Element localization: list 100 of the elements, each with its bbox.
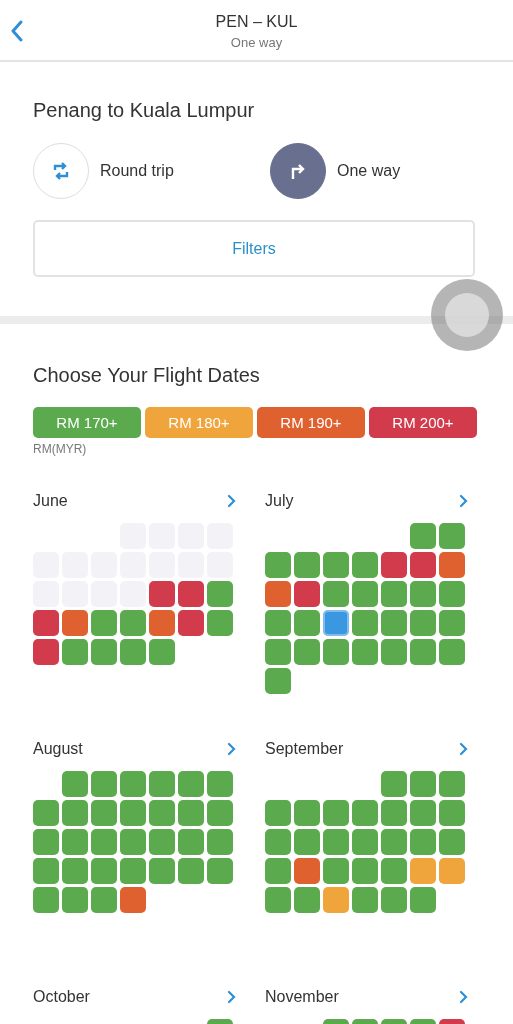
calendar-day[interactable] [33, 610, 59, 636]
calendar-day[interactable] [265, 858, 291, 884]
calendar-day[interactable] [120, 829, 146, 855]
calendar-day[interactable] [410, 829, 436, 855]
calendar-day[interactable] [439, 858, 465, 884]
trip-type-option[interactable]: Round trip [33, 143, 242, 199]
calendar-day[interactable] [352, 552, 378, 578]
calendar-day[interactable] [439, 829, 465, 855]
chevron-right-icon[interactable] [227, 494, 236, 508]
calendar-day[interactable] [33, 887, 59, 913]
calendar-day[interactable] [62, 829, 88, 855]
calendar-day[interactable] [120, 610, 146, 636]
calendar-day[interactable] [149, 639, 175, 665]
calendar-day[interactable] [62, 610, 88, 636]
calendar-day[interactable] [352, 887, 378, 913]
calendar-day[interactable] [439, 771, 465, 797]
calendar-day[interactable] [323, 829, 349, 855]
calendar-day[interactable] [120, 639, 146, 665]
calendar-day[interactable] [410, 887, 436, 913]
calendar-day[interactable] [439, 639, 465, 665]
calendar-day[interactable] [294, 829, 320, 855]
calendar-day[interactable] [265, 552, 291, 578]
calendar-day[interactable] [323, 610, 349, 636]
calendar-day[interactable] [265, 581, 291, 607]
calendar-day[interactable] [33, 800, 59, 826]
calendar-day[interactable] [410, 581, 436, 607]
chevron-right-icon[interactable] [227, 990, 236, 1004]
calendar-day[interactable] [439, 610, 465, 636]
calendar-day[interactable] [381, 771, 407, 797]
calendar-day[interactable] [323, 800, 349, 826]
calendar-day[interactable] [178, 771, 204, 797]
calendar-day[interactable] [207, 800, 233, 826]
chevron-right-icon[interactable] [227, 742, 236, 756]
calendar-day[interactable] [62, 639, 88, 665]
calendar-day[interactable] [439, 800, 465, 826]
calendar-day[interactable] [33, 858, 59, 884]
calendar-day[interactable] [62, 771, 88, 797]
calendar-day[interactable] [410, 610, 436, 636]
calendar-day[interactable] [294, 581, 320, 607]
calendar-day[interactable] [410, 523, 436, 549]
calendar-day[interactable] [381, 858, 407, 884]
calendar-day[interactable] [352, 829, 378, 855]
calendar-day[interactable] [410, 552, 436, 578]
calendar-day[interactable] [91, 858, 117, 884]
calendar-day[interactable] [207, 829, 233, 855]
chevron-right-icon[interactable] [459, 494, 468, 508]
calendar-day[interactable] [91, 829, 117, 855]
calendar-day[interactable] [149, 771, 175, 797]
calendar-day[interactable] [178, 610, 204, 636]
calendar-day[interactable] [33, 639, 59, 665]
calendar-day[interactable] [352, 639, 378, 665]
chevron-right-icon[interactable] [459, 742, 468, 756]
calendar-day[interactable] [323, 581, 349, 607]
calendar-day[interactable] [439, 581, 465, 607]
calendar-day[interactable] [381, 800, 407, 826]
calendar-day[interactable] [62, 800, 88, 826]
calendar-day[interactable] [410, 800, 436, 826]
calendar-day[interactable] [323, 887, 349, 913]
calendar-day[interactable] [207, 581, 233, 607]
chevron-right-icon[interactable] [459, 990, 468, 1004]
calendar-day[interactable] [120, 887, 146, 913]
calendar-day[interactable] [120, 800, 146, 826]
calendar-day[interactable] [207, 610, 233, 636]
calendar-day[interactable] [294, 610, 320, 636]
calendar-day[interactable] [91, 800, 117, 826]
calendar-day[interactable] [265, 610, 291, 636]
calendar-day[interactable] [178, 829, 204, 855]
calendar-day[interactable] [410, 858, 436, 884]
calendar-day[interactable] [381, 581, 407, 607]
calendar-day[interactable] [178, 858, 204, 884]
calendar-day[interactable] [91, 771, 117, 797]
calendar-day[interactable] [381, 610, 407, 636]
calendar-day[interactable] [265, 639, 291, 665]
filters-button[interactable]: Filters [33, 220, 475, 277]
calendar-day[interactable] [352, 800, 378, 826]
calendar-day[interactable] [62, 887, 88, 913]
calendar-day[interactable] [91, 639, 117, 665]
calendar-day[interactable] [91, 610, 117, 636]
calendar-day[interactable] [294, 858, 320, 884]
calendar-day[interactable] [149, 829, 175, 855]
calendar-day[interactable] [120, 771, 146, 797]
calendar-day[interactable] [149, 858, 175, 884]
calendar-day[interactable] [439, 552, 465, 578]
calendar-day[interactable] [149, 581, 175, 607]
calendar-day[interactable] [381, 552, 407, 578]
calendar-day[interactable] [410, 639, 436, 665]
calendar-day[interactable] [149, 610, 175, 636]
calendar-day[interactable] [352, 858, 378, 884]
calendar-day[interactable] [33, 829, 59, 855]
calendar-day[interactable] [323, 858, 349, 884]
calendar-day[interactable] [294, 639, 320, 665]
calendar-day[interactable] [323, 552, 349, 578]
calendar-day[interactable] [265, 829, 291, 855]
calendar-day[interactable] [265, 800, 291, 826]
calendar-day[interactable] [439, 523, 465, 549]
calendar-day[interactable] [207, 771, 233, 797]
calendar-day[interactable] [294, 800, 320, 826]
calendar-day[interactable] [352, 610, 378, 636]
calendar-day[interactable] [410, 771, 436, 797]
calendar-day[interactable] [294, 552, 320, 578]
